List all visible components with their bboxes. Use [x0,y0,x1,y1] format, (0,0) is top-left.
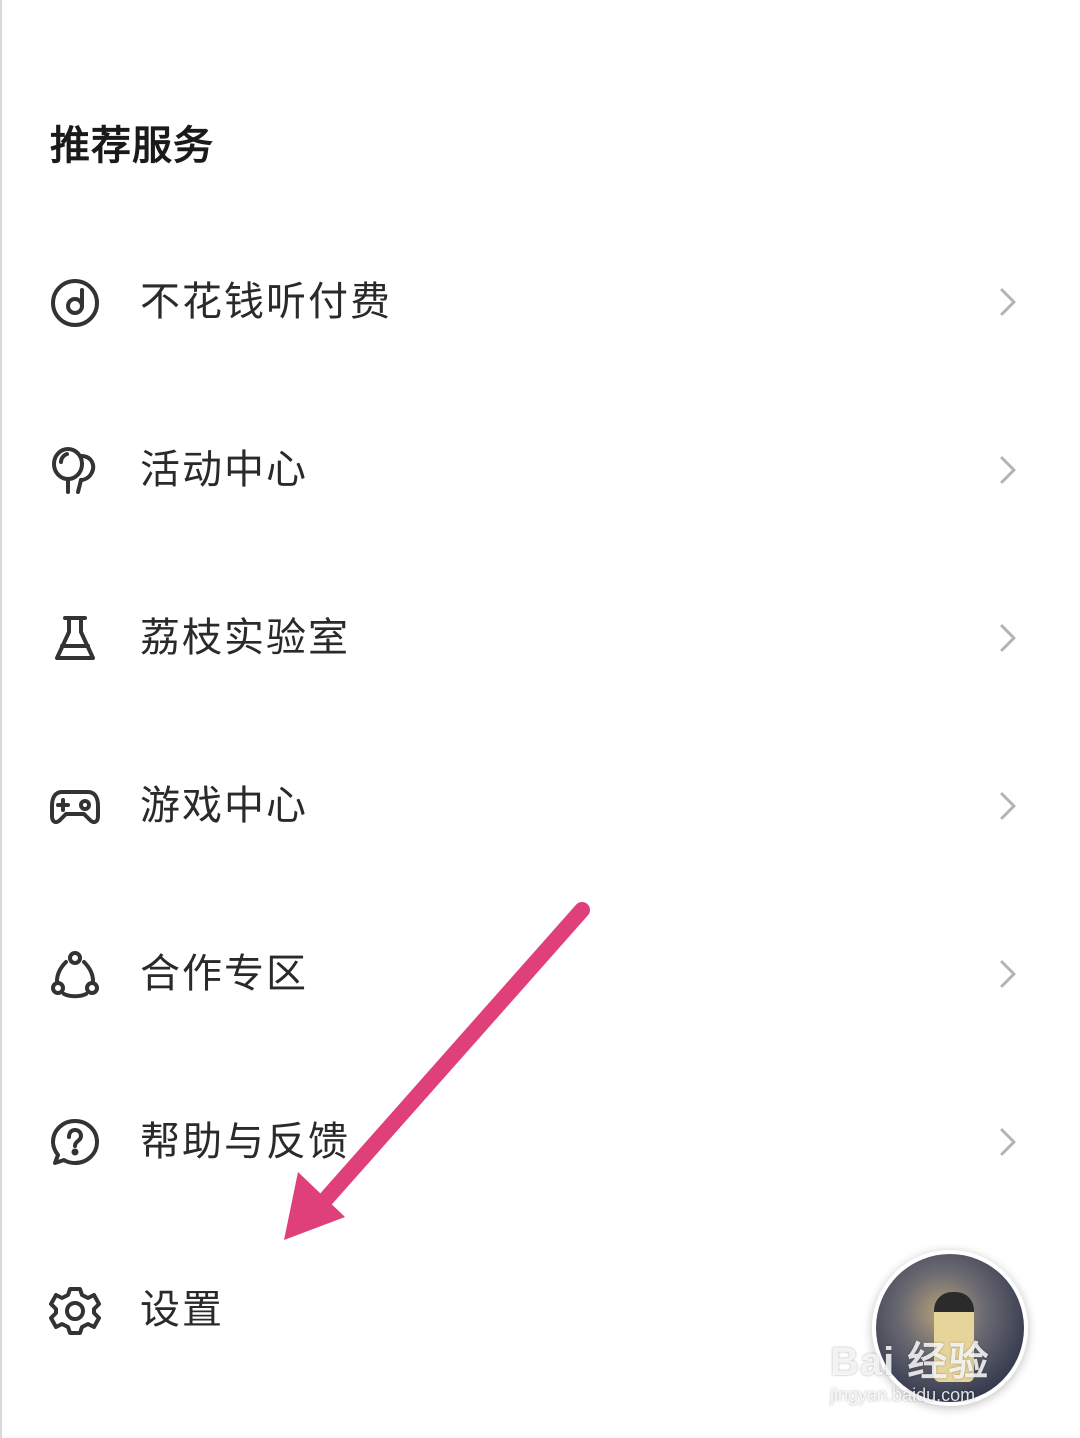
menu-item-label: 帮助与反馈 [140,1119,350,1165]
baidu-watermark: Bai 经验 jingyan.baidu.com [830,1340,1030,1420]
menu-item-label: 荔枝实验室 [140,615,350,661]
chevron-right-icon [996,956,1020,992]
balloon-icon [48,444,102,498]
help-bubble-icon [48,1116,102,1170]
menu-item-label: 游戏中心 [140,783,308,829]
watermark-sub: jingyan.baidu.com [830,1385,976,1405]
menu-item-help-feedback[interactable]: 帮助与反馈 [0,1082,1080,1202]
annotation-arrow [284,902,590,1240]
chevron-right-icon [996,284,1020,320]
menu-item-label: 合作专区 [140,951,308,997]
left-edge-divider [0,0,2,1438]
chevron-right-icon [996,1124,1020,1160]
menu-item-free-paid-listening[interactable]: 不花钱听付费 [0,242,1080,362]
chevron-right-icon [996,788,1020,824]
cooperation-icon [48,948,102,1002]
menu-item-lizhi-lab[interactable]: 荔枝实验室 [0,578,1080,698]
menu-item-label: 活动中心 [140,447,308,493]
watermark-main: Bai 经验 [830,1340,990,1384]
gear-icon [48,1284,102,1338]
menu-item-label: 设置 [140,1287,224,1333]
music-disc-icon [48,276,102,330]
chevron-right-icon [996,620,1020,656]
gamepad-icon [48,780,102,834]
menu-item-cooperation-zone[interactable]: 合作专区 [0,914,1080,1034]
flask-icon [48,612,102,666]
chevron-right-icon [996,452,1020,488]
menu-item-label: 不花钱听付费 [140,279,392,325]
page: 推荐服务 不花钱听付费 活动中心 荔枝实验室 游戏中心 合作专区 帮助与反馈 设… [0,0,1080,1438]
menu-item-activity-center[interactable]: 活动中心 [0,410,1080,530]
menu-item-game-center[interactable]: 游戏中心 [0,746,1080,866]
section-title: 推荐服务 [50,123,214,169]
